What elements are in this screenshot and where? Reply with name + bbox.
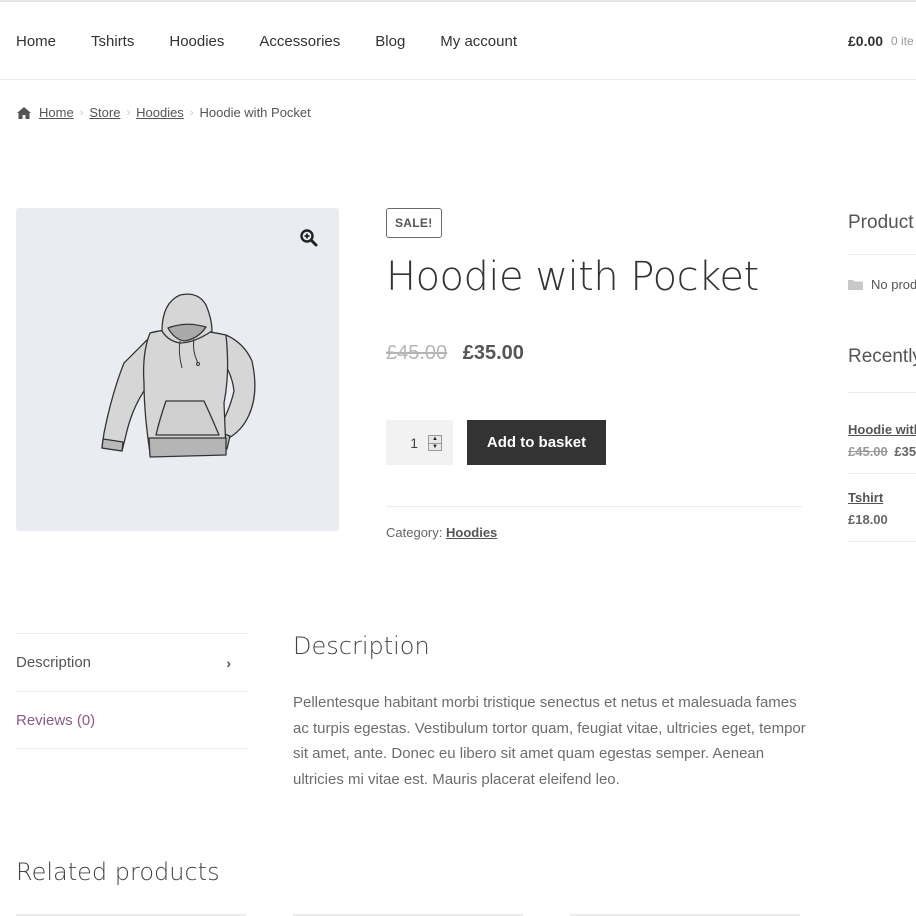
recent-product-link[interactable]: Tshirt — [848, 490, 883, 505]
nav-tshirts[interactable]: Tshirts — [91, 33, 134, 50]
quantity-spinner[interactable]: ▲ ▼ — [428, 434, 442, 451]
category-label: Category: — [386, 525, 443, 540]
recent-product-price: £45.00 £35.0 — [848, 444, 916, 459]
widget-title-product-categories: Product — [848, 212, 914, 233]
divider — [848, 254, 916, 255]
breadcrumb-store[interactable]: Store — [89, 105, 120, 120]
add-to-basket-button[interactable]: Add to basket — [467, 420, 606, 465]
description-text: Pellentesque habitant morbi tristique se… — [293, 694, 806, 788]
product-summary: SALE! Hoodie with Pocket £45.00 £35.00 1… — [386, 208, 802, 540]
divider — [386, 506, 802, 507]
category-link[interactable]: Hoodies — [446, 525, 497, 540]
magnifier-plus-icon[interactable] — [299, 228, 319, 248]
primary-nav: Home Tshirts Hoodies Accessories Blog My… — [16, 2, 552, 80]
recent-product: Tshirt £18.00 — [848, 490, 916, 527]
recent-product-link[interactable]: Hoodie with — [848, 422, 916, 437]
breadcrumb: Home › Store › Hoodies › Hoodie with Poc… — [16, 105, 311, 120]
nav-my-account[interactable]: My account — [440, 33, 517, 50]
breadcrumb-hoodies[interactable]: Hoodies — [136, 105, 184, 120]
nav-accessories[interactable]: Accessories — [259, 33, 340, 50]
breadcrumb-separator: › — [126, 106, 131, 119]
breadcrumb-separator: › — [79, 106, 84, 119]
tab-description-label: Description — [16, 654, 92, 671]
chevron-right-icon: › — [226, 654, 231, 671]
recent-price-old: £45.00 — [848, 444, 888, 459]
quantity-value[interactable]: 1 — [410, 435, 418, 451]
breadcrumb-separator: › — [189, 106, 194, 119]
folder-icon — [848, 280, 863, 290]
sale-badge: SALE! — [386, 208, 442, 238]
divider — [848, 392, 916, 393]
related-products-title: Related products — [16, 858, 220, 886]
description-panel: Description Pellentesque habitant morbi … — [293, 632, 808, 792]
quantity-up-icon[interactable]: ▲ — [429, 436, 441, 444]
product-meta: Category: Hoodies — [386, 525, 497, 540]
quantity-stepper[interactable]: 1 ▲ ▼ — [386, 420, 453, 465]
no-products-message: No prod — [848, 277, 916, 292]
product-title: Hoodie with Pocket — [386, 254, 759, 300]
tab-reviews[interactable]: Reviews (0) — [16, 691, 247, 749]
nav-home[interactable]: Home — [16, 33, 56, 50]
price-new: £35.00 — [462, 342, 524, 364]
divider — [848, 473, 916, 474]
header-cart[interactable]: £0.00 0 ite — [848, 2, 914, 80]
tab-description[interactable]: Description › — [16, 633, 247, 691]
site-header: Home Tshirts Hoodies Accessories Blog My… — [0, 2, 916, 80]
breadcrumb-home[interactable]: Home — [39, 105, 74, 120]
nav-hoodies[interactable]: Hoodies — [169, 33, 224, 50]
recent-product-price: £18.00 — [848, 512, 888, 527]
home-icon — [17, 106, 31, 119]
breadcrumb-current: Hoodie with Pocket — [199, 105, 311, 120]
sidebar: Product No prod Recently Hoodie with £45… — [848, 208, 916, 542]
cart-count: 0 ite — [891, 34, 914, 48]
add-to-cart-form: 1 ▲ ▼ Add to basket — [386, 420, 606, 465]
tab-reviews-label: Reviews (0) — [16, 711, 96, 729]
product-price: £45.00 £35.00 — [386, 342, 524, 365]
cart-amount: £0.00 — [848, 33, 884, 49]
product-tabs: Description › Reviews (0) — [16, 633, 247, 749]
quantity-down-icon[interactable]: ▼ — [429, 444, 441, 451]
nav-blog[interactable]: Blog — [375, 33, 405, 50]
panel-title: Description — [293, 632, 430, 660]
divider — [848, 541, 916, 542]
product-gallery[interactable] — [16, 208, 339, 531]
recent-product: Hoodie with £45.00 £35.0 — [848, 422, 916, 459]
product-image-hoodie[interactable] — [94, 273, 264, 468]
price-old: £45.00 — [386, 342, 448, 364]
widget-title-recently-viewed: Recently — [848, 346, 916, 367]
recent-price-new: £35.0 — [894, 444, 916, 459]
